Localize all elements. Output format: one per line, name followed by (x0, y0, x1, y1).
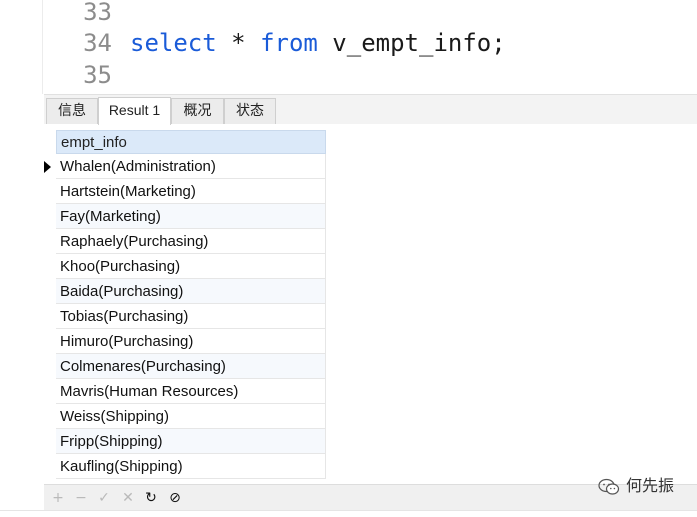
sql-keyword: select (130, 29, 217, 57)
table-row[interactable]: Khoo(Purchasing) (56, 254, 326, 279)
tab-status[interactable]: 状态 (224, 98, 276, 124)
table-cell[interactable]: Whalen(Administration) (60, 158, 216, 175)
table-row[interactable]: Fay(Marketing) (56, 204, 326, 229)
tab-profile[interactable]: 概况 (171, 98, 224, 124)
add-record-button[interactable]: + (49, 489, 67, 507)
discard-changes-button[interactable]: ✕ (119, 489, 137, 507)
sql-editor[interactable]: 33 34 select * from v_empt_info; 35 (0, 0, 697, 94)
apply-changes-button[interactable]: ✓ (95, 489, 113, 507)
table-cell[interactable]: Tobias(Purchasing) (60, 308, 188, 325)
refresh-button[interactable]: ↻ (142, 489, 160, 507)
table-row[interactable]: Whalen(Administration) (44, 154, 326, 179)
tab-info[interactable]: 信息 (46, 98, 98, 124)
code-line[interactable]: 35 (0, 59, 697, 91)
table-row[interactable]: Raphaely(Purchasing) (56, 229, 326, 254)
table-row[interactable]: Weiss(Shipping) (56, 404, 326, 429)
column-header-empt-info[interactable]: empt_info (56, 130, 326, 154)
table-cell[interactable]: Khoo(Purchasing) (60, 258, 180, 275)
current-row-indicator-icon (44, 161, 51, 173)
table-cell[interactable]: Fay(Marketing) (60, 208, 161, 225)
table-cell[interactable]: Baida(Purchasing) (60, 283, 183, 300)
table-row[interactable]: Mavris(Human Resources) (56, 379, 326, 404)
table-cell[interactable]: Himuro(Purchasing) (60, 333, 193, 350)
sql-token: * (216, 29, 261, 57)
sql-token: v_empt_info; (317, 29, 506, 57)
delete-record-button[interactable]: − (72, 489, 90, 507)
stop-button[interactable]: ⊘ (166, 489, 184, 507)
table-row[interactable]: Colmenares(Purchasing) (56, 354, 326, 379)
line-number: 34 (83, 29, 112, 57)
tab-result-1[interactable]: Result 1 (98, 97, 171, 125)
table-cell[interactable]: Colmenares(Purchasing) (60, 358, 226, 375)
table-row[interactable]: Kaufling(Shipping) (56, 454, 326, 479)
code-text: select * from v_empt_info; (130, 27, 506, 59)
table-cell[interactable]: Fripp(Shipping) (60, 433, 163, 450)
watermark-text: 何先振 (626, 476, 675, 495)
result-grid: empt_info Whalen(Administration) Hartstei… (44, 130, 326, 479)
line-number: 35 (83, 61, 112, 89)
table-cell[interactable]: Hartstein(Marketing) (60, 183, 196, 200)
table-row[interactable]: Hartstein(Marketing) (56, 179, 326, 204)
code-line[interactable]: 34 select * from v_empt_info; (0, 27, 697, 59)
code-line[interactable]: 33 (0, 0, 697, 28)
table-row[interactable]: Baida(Purchasing) (56, 279, 326, 304)
table-row[interactable]: Tobias(Purchasing) (56, 304, 326, 329)
line-number: 33 (83, 0, 112, 26)
table-cell[interactable]: Weiss(Shipping) (60, 408, 169, 425)
result-tab-strip: 信息 Result 1 概况 状态 (44, 94, 697, 125)
wechat-icon (598, 478, 620, 495)
sql-keyword: from (260, 29, 318, 57)
table-row[interactable]: Himuro(Purchasing) (56, 329, 326, 354)
table-row[interactable]: Fripp(Shipping) (56, 429, 326, 454)
result-grid-area: empt_info Whalen(Administration) Hartstei… (44, 124, 697, 484)
table-cell[interactable]: Raphaely(Purchasing) (60, 233, 208, 250)
table-cell[interactable]: Kaufling(Shipping) (60, 458, 183, 475)
table-cell[interactable]: Mavris(Human Resources) (60, 383, 238, 400)
watermark: 何先振 (598, 474, 674, 498)
